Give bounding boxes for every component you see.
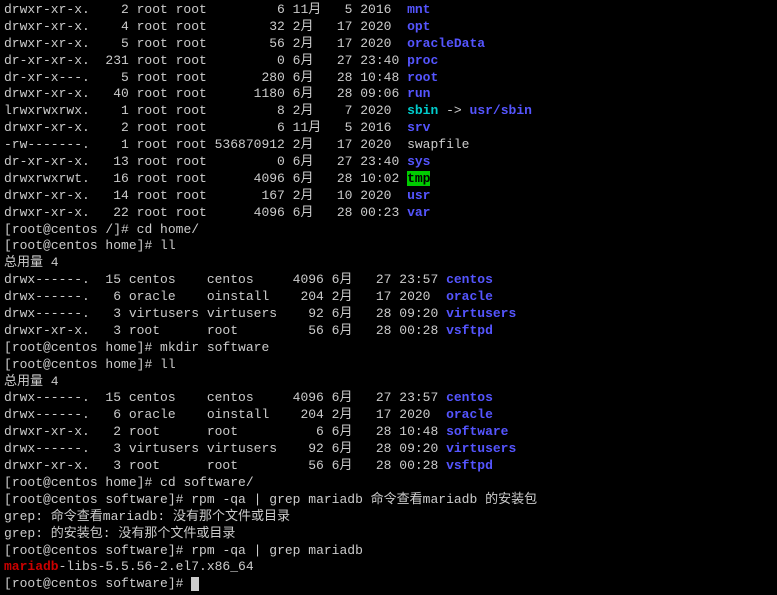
- ls-row: drwxr-xr-x. 40 root root 1180 6月 28 09:0…: [4, 86, 773, 103]
- prompt: [root@centos home]# cd software/: [4, 475, 773, 492]
- grep-error: grep: 命令查看mariadb: 没有那个文件或目录: [4, 509, 773, 526]
- prompt: [root@centos software]# rpm -qa | grep m…: [4, 543, 773, 560]
- ls-row: dr-xr-xr-x. 231 root root 0 6月 27 23:40 …: [4, 53, 773, 70]
- ls-row: drwxr-xr-x. 22 root root 4096 6月 28 00:2…: [4, 205, 773, 222]
- ls-row: drwx------. 3 virtusers virtusers 92 6月 …: [4, 441, 773, 458]
- terminal-output[interactable]: drwxr-xr-x. 2 root root 6 11月 5 2016 mnt…: [0, 0, 777, 595]
- ls-row: drwxr-xr-x. 5 root root 56 2月 17 2020 or…: [4, 36, 773, 53]
- total: 总用量 4: [4, 374, 773, 391]
- grep-error: grep: 的安装包: 没有那个文件或目录: [4, 526, 773, 543]
- cursor: [191, 577, 199, 591]
- prompt: [root@centos home]# ll: [4, 357, 773, 374]
- ls-row: drwxr-xr-x. 14 root root 167 2月 10 2020 …: [4, 188, 773, 205]
- prompt: [root@centos /]# cd home/: [4, 222, 773, 239]
- prompt: [root@centos home]# mkdir software: [4, 340, 773, 357]
- ls-row: lrwxrwxrwx. 1 root root 8 2月 7 2020 sbin…: [4, 103, 773, 120]
- prompt: [root@centos home]# ll: [4, 238, 773, 255]
- ls-row: drwxrwxrwt. 16 root root 4096 6月 28 10:0…: [4, 171, 773, 188]
- ls-row: drwx------. 15 centos centos 4096 6月 27 …: [4, 390, 773, 407]
- ls-row: drwxr-xr-x. 3 root root 56 6月 28 00:28 v…: [4, 458, 773, 475]
- ls-row: drwx------. 3 virtusers virtusers 92 6月 …: [4, 306, 773, 323]
- prompt-current[interactable]: [root@centos software]#: [4, 576, 773, 593]
- ls-row: drwx------. 6 oracle oinstall 204 2月 17 …: [4, 407, 773, 424]
- prompt: [root@centos software]# rpm -qa | grep m…: [4, 492, 773, 509]
- ls-row: dr-xr-x---. 5 root root 280 6月 28 10:48 …: [4, 70, 773, 87]
- ls-row: drwxr-xr-x. 3 root root 56 6月 28 00:28 v…: [4, 323, 773, 340]
- ls-row: drwxr-xr-x. 4 root root 32 2月 17 2020 op…: [4, 19, 773, 36]
- ls-row: drwxr-xr-x. 2 root root 6 11月 5 2016 srv: [4, 120, 773, 137]
- ls-row: drwxr-xr-x. 2 root root 6 11月 5 2016 mnt: [4, 2, 773, 19]
- ls-row: drwx------. 15 centos centos 4096 6月 27 …: [4, 272, 773, 289]
- ls-row: -rw-------. 1 root root 536870912 2月 17 …: [4, 137, 773, 154]
- total: 总用量 4: [4, 255, 773, 272]
- ls-row: drwxr-xr-x. 2 root root 6 6月 28 10:48 so…: [4, 424, 773, 441]
- rpm-result: mariadb-libs-5.5.56-2.el7.x86_64: [4, 559, 773, 576]
- ls-row: drwx------. 6 oracle oinstall 204 2月 17 …: [4, 289, 773, 306]
- ls-row: dr-xr-xr-x. 13 root root 0 6月 27 23:40 s…: [4, 154, 773, 171]
